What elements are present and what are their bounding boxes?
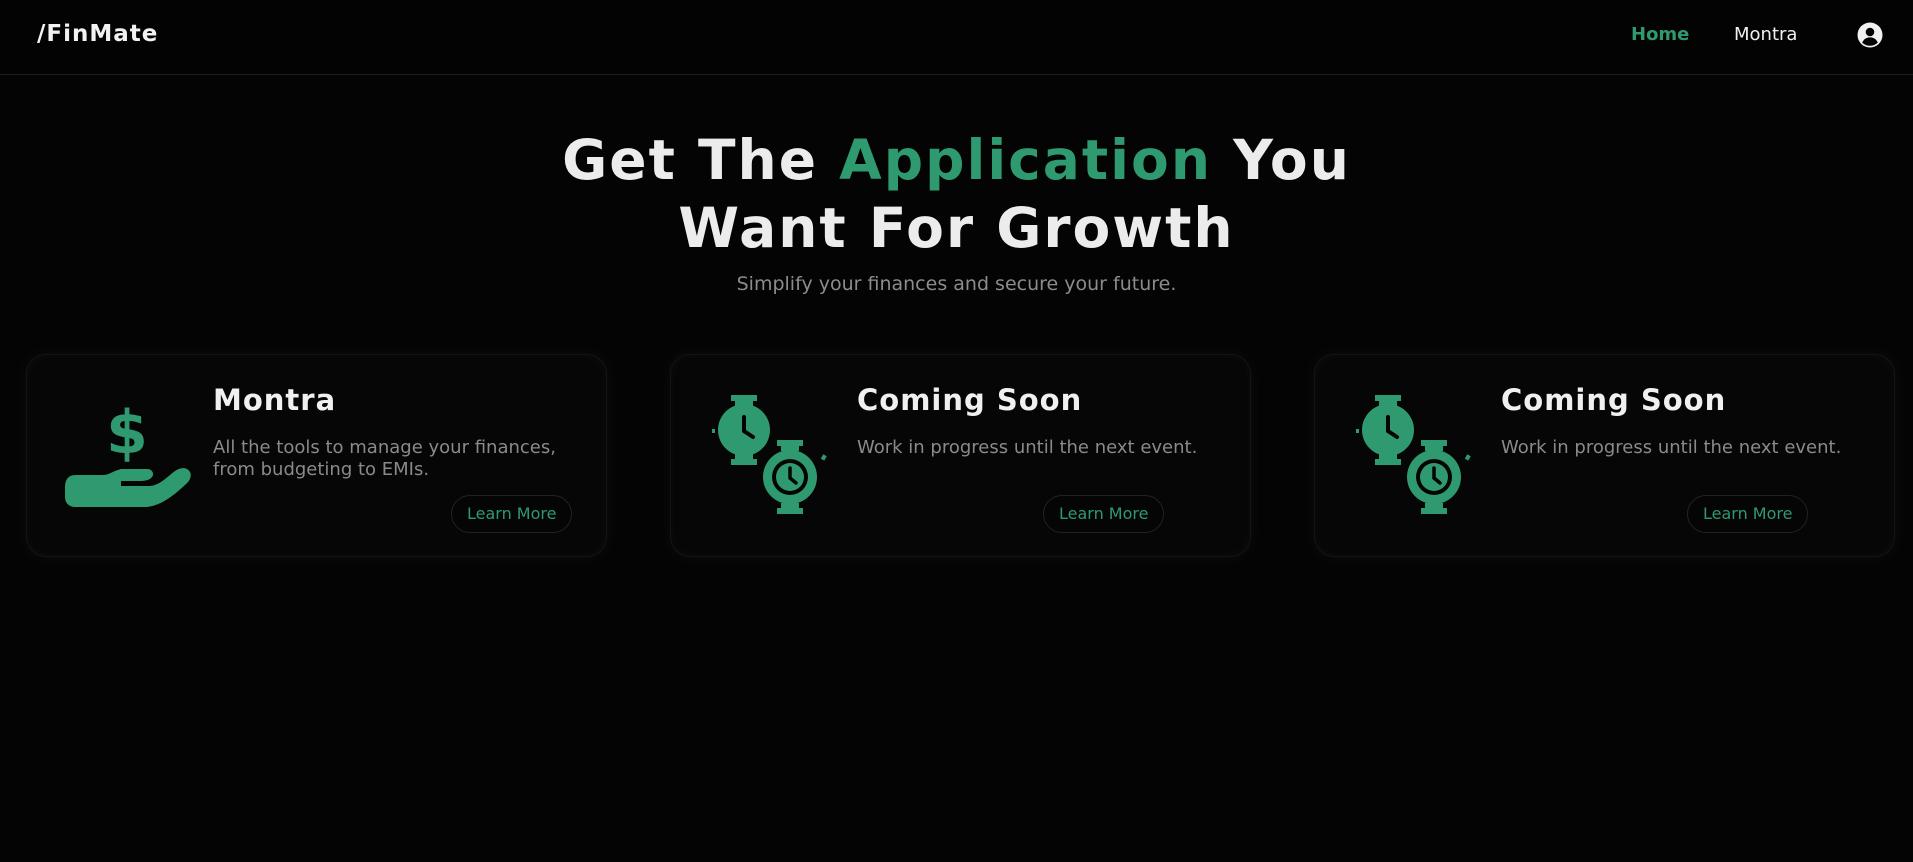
card-title: Montra: [213, 383, 337, 417]
watches-icon: [707, 395, 837, 520]
card-montra: $ Montra All the tools to manage your fi…: [26, 354, 607, 557]
card-title: Coming Soon: [1501, 383, 1727, 417]
svg-text:$: $: [106, 398, 148, 468]
profile-button[interactable]: [1857, 22, 1883, 48]
card-description: Work in progress until the next event.: [1501, 437, 1842, 458]
learn-more-button[interactable]: Learn More: [451, 495, 573, 533]
hero-title-part2: You: [1211, 128, 1351, 192]
user-circle-icon: [1857, 22, 1883, 48]
hero-title: Get The Application You Want For Growth: [0, 126, 1913, 262]
card-description: Work in progress until the next event.: [857, 437, 1198, 458]
hero-subtitle: Simplify your finances and secure your f…: [736, 273, 1177, 295]
card-description: All the tools to manage your finances, f…: [213, 437, 556, 480]
nav-montra-link[interactable]: Montra: [1734, 24, 1797, 45]
card-title: Coming Soon: [857, 383, 1083, 417]
card-coming-soon-1: Coming Soon Work in progress until the n…: [670, 354, 1251, 557]
learn-more-button[interactable]: Learn More: [1687, 495, 1809, 533]
nav-home-link[interactable]: Home: [1631, 24, 1689, 45]
hand-dollar-icon: $: [63, 395, 193, 520]
hero-section: Get The Application You Want For Growth …: [0, 126, 1913, 295]
hero-title-line2: Want For Growth: [678, 196, 1235, 260]
hero-title-accent: Application: [839, 128, 1212, 192]
top-navbar: /FinMate Home Montra: [0, 0, 1913, 75]
brand-logo[interactable]: /FinMate: [37, 21, 158, 47]
card-coming-soon-2: Coming Soon Work in progress until the n…: [1314, 354, 1895, 557]
learn-more-button[interactable]: Learn More: [1043, 495, 1165, 533]
watches-icon: [1351, 395, 1481, 520]
hero-title-part1: Get The: [562, 128, 840, 192]
